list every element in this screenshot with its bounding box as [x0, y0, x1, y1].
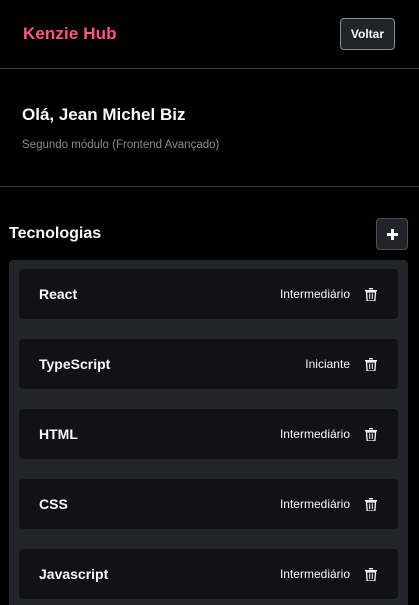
trash-icon[interactable] — [364, 497, 378, 511]
technology-name: Javascript — [39, 566, 109, 582]
technology-name: TypeScript — [39, 356, 111, 372]
technology-item[interactable]: HTML Intermediário — [19, 409, 398, 459]
profile-greeting: Olá, Jean Michel Biz — [22, 105, 186, 124]
trash-icon[interactable] — [364, 287, 378, 301]
header: Kenzie Hub Voltar — [0, 0, 419, 69]
trash-icon[interactable] — [364, 567, 378, 581]
technology-name: CSS — [39, 496, 68, 512]
plus-icon — [386, 228, 398, 240]
technology-item[interactable]: Javascript Intermediário — [19, 549, 398, 599]
trash-icon[interactable] — [364, 357, 378, 371]
technology-status: Intermediário — [279, 427, 350, 441]
technology-item[interactable]: React Intermediário — [19, 269, 398, 319]
technology-status: Iniciante — [305, 357, 350, 371]
technology-item[interactable]: CSS Intermediário — [19, 479, 398, 529]
back-button[interactable]: Voltar — [339, 18, 395, 50]
profile-section: Olá, Jean Michel Biz Segundo módulo (Fro… — [0, 69, 419, 187]
technology-status: Intermediário — [279, 497, 350, 511]
trash-icon[interactable] — [364, 427, 378, 441]
technologies-title: Tecnologias — [9, 225, 102, 242]
technology-status: Intermediário — [279, 287, 350, 301]
technology-name: React — [39, 286, 78, 302]
technology-name: HTML — [39, 426, 78, 442]
technologies-list: React Intermediário TypeScript Iniciante… — [9, 260, 408, 605]
add-technology-button[interactable] — [376, 218, 408, 250]
brand-logo: Kenzie Hub — [23, 24, 117, 43]
profile-module: Segundo módulo (Frontend Avançado) — [22, 139, 220, 151]
technology-status: Intermediário — [279, 567, 350, 581]
technology-item[interactable]: TypeScript Iniciante — [19, 339, 398, 389]
technologies-header: Tecnologias — [0, 187, 419, 259]
